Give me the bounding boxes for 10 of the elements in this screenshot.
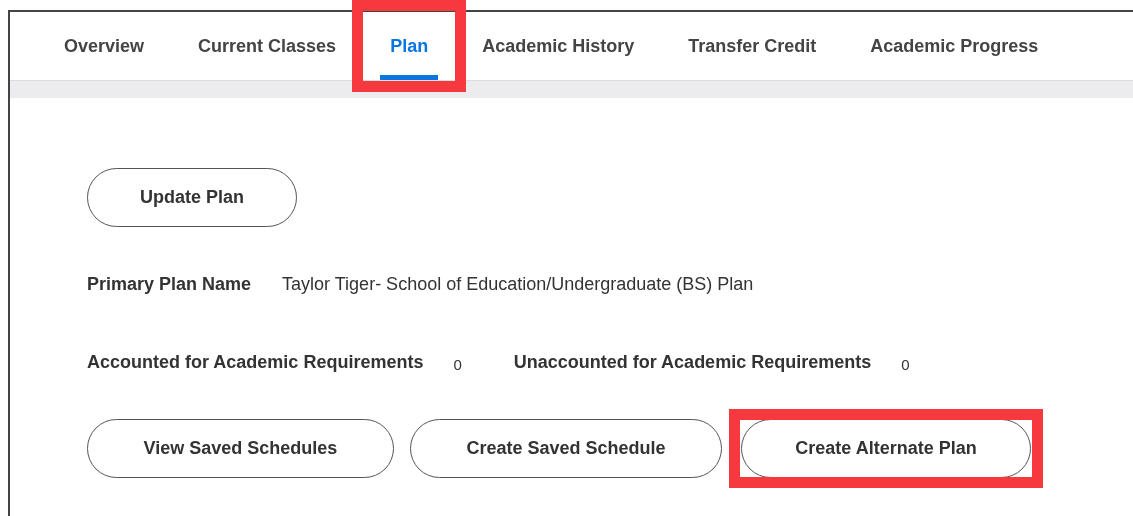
field-label: Unaccounted for Academic Requirements: [513, 352, 872, 373]
action-button[interactable]: View Saved Schedules: [87, 419, 394, 478]
field-label: Accounted for Academic Requirements: [87, 352, 424, 373]
field-label: Primary Plan Name: [87, 274, 252, 295]
field-value: Taylor Tiger- School of Education/Undergraduate (BS) Plan: [282, 274, 754, 295]
action-button[interactable]: Create Alternate Plan: [741, 419, 1031, 478]
field-value: 0: [453, 356, 462, 373]
update-plan-button[interactable]: Update Plan: [87, 168, 297, 227]
field-value: 0: [901, 356, 910, 373]
action-button[interactable]: Create Saved Schedule: [410, 419, 722, 478]
